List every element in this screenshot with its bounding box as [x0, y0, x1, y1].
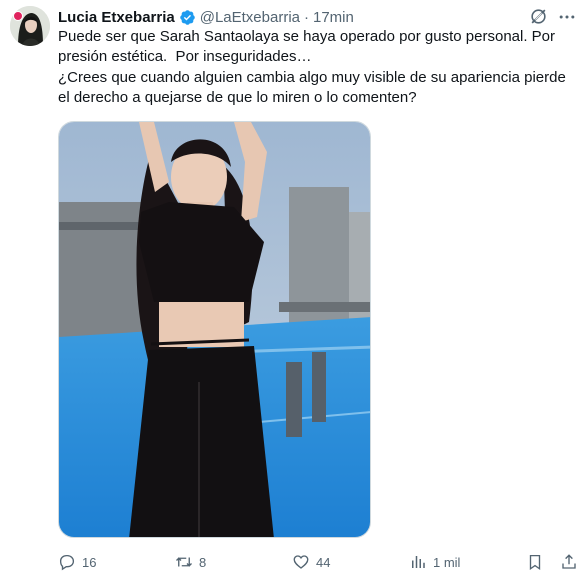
- avatar-status-dot: [13, 11, 23, 21]
- repost-icon: [176, 557, 192, 567]
- author-name[interactable]: Lucia Etxebarria: [58, 9, 175, 26]
- views-icon: [412, 556, 425, 568]
- tweet-text-line2: ¿Crees que cuando alguien cambia algo mu…: [58, 68, 570, 106]
- action-bar: 16 8 44 1 mil: [58, 552, 578, 572]
- repost-count: 8: [199, 554, 207, 570]
- separator-dot: ·: [304, 8, 309, 26]
- author-handle[interactable]: @LaEtxebarria: [200, 9, 300, 26]
- reply-button[interactable]: 16: [58, 552, 96, 572]
- more-icon[interactable]: [557, 7, 577, 27]
- views-button[interactable]: 1 mil: [409, 552, 460, 572]
- verified-badge-icon: [179, 9, 196, 26]
- bookmark-icon: [529, 554, 541, 571]
- share-icon: [562, 554, 576, 569]
- reply-icon: [59, 554, 75, 571]
- timestamp[interactable]: 17min: [313, 9, 354, 26]
- like-button[interactable]: 44: [292, 552, 330, 572]
- tweet-text-line1: Puede ser que Sarah Santaolaya se haya o…: [58, 28, 560, 66]
- share-button[interactable]: [560, 552, 578, 572]
- bookmark-button[interactable]: [526, 552, 544, 572]
- reply-count: 16: [82, 554, 97, 570]
- grok-icon[interactable]: [529, 7, 548, 26]
- tweet-header: Lucia Etxebarria @LaEtxebarria · 17min: [58, 7, 354, 27]
- repost-button[interactable]: 8: [175, 552, 206, 572]
- tweet[interactable]: Lucia Etxebarria @LaEtxebarria · 17min P…: [0, 0, 584, 588]
- like-count: 44: [316, 554, 331, 570]
- like-icon: [293, 555, 309, 569]
- tweet-video[interactable]: [58, 121, 371, 538]
- tweet-text: Puede ser que Sarah Santaolaya se haya o…: [58, 27, 578, 108]
- views-count: 1 mil: [433, 554, 461, 570]
